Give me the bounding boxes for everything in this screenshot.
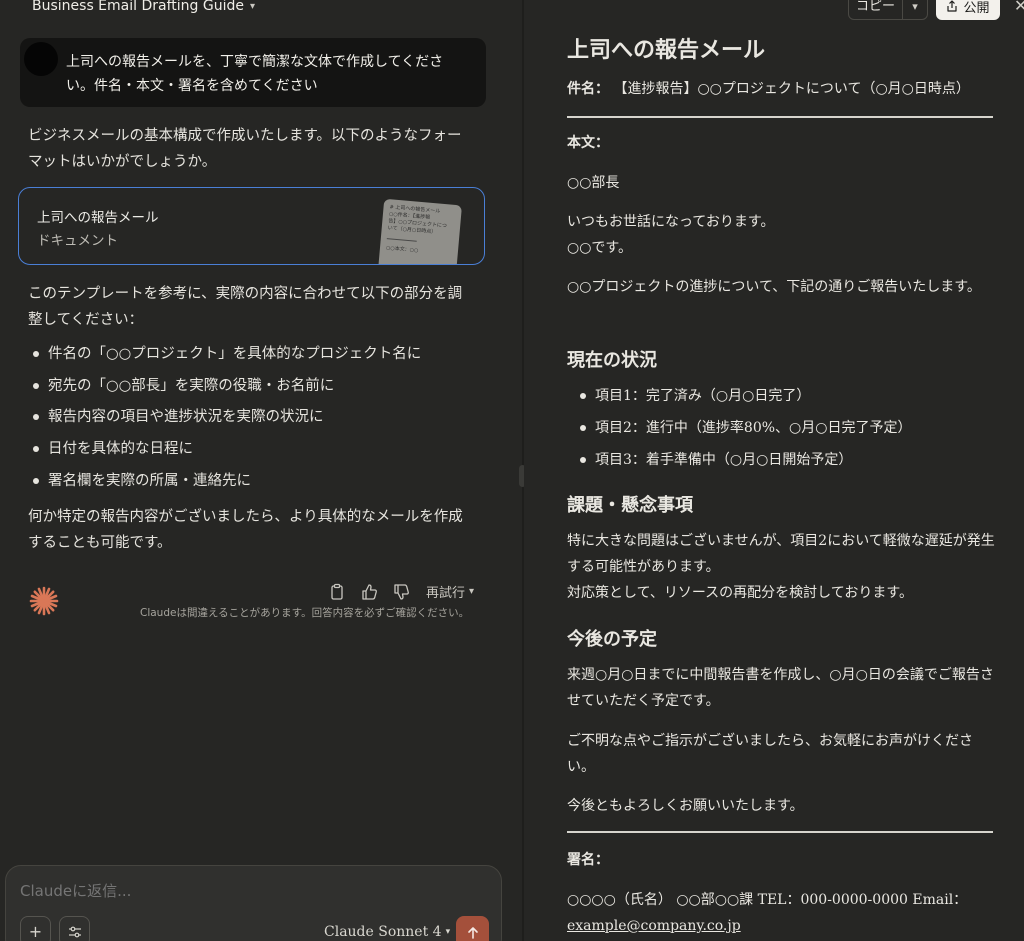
thumbs-down-icon[interactable] <box>392 583 410 601</box>
reply-input[interactable] <box>20 882 420 900</box>
closing-text: 今後ともよろしくお願いいたします。 <box>567 798 804 814</box>
greeting-line: ○○です。 <box>567 240 633 256</box>
arrow-up-icon <box>467 926 478 939</box>
assistant-closing: 何か特定の報告内容がございましたら、より具体的なメールを作成することも可能です。 <box>28 509 463 551</box>
copy-button[interactable]: コピー <box>849 0 903 19</box>
chevron-down-icon: ▾ <box>445 927 451 937</box>
send-button[interactable] <box>456 916 489 941</box>
subject-label: 件名： <box>567 81 609 97</box>
adjust-list: 件名の「○○プロジェクト」を具体的なプロジェクト名に 宛先の「○○部長」を実際の… <box>28 342 421 500</box>
add-button[interactable]: + <box>20 916 51 941</box>
copy-options-chevron-icon[interactable]: ▾ <box>903 0 927 13</box>
subject-value: 【進捗報告】○○プロジェクトについて（○月○日時点） <box>613 81 970 97</box>
signature-label: 署名： <box>567 852 609 868</box>
claude-logo-icon <box>29 586 59 616</box>
thumb-line: ○○本文：○○ <box>385 245 419 254</box>
assistant-adjust-text: このテンプレートを参考に、実際の内容に合わせて以下の部分を調整してください： <box>28 286 463 328</box>
plan-heading: 今後の予定 <box>567 629 657 650</box>
status-list: 項目1：完了済み（○月○日完了） 項目2：進行中（進捗率80%、○月○日完了予定… <box>579 384 911 480</box>
close-icon[interactable]: ✕ <box>1014 0 1024 15</box>
list-item: 項目2：進行中（進捗率80%、○月○日完了予定） <box>579 416 911 448</box>
avatar <box>24 42 58 76</box>
artifact-card-title: 上司への報告メール <box>37 210 159 226</box>
greeting-line: いつもお世話になっております。 <box>567 214 775 230</box>
signature-text: ○○○○（氏名） ○○部○○課 TEL：000-0000-0000 Email：… <box>567 887 995 939</box>
list-item: 宛先の「○○部長」を実際の役職・お名前に <box>28 374 421 406</box>
list-item: 件名の「○○プロジェクト」を具体的なプロジェクト名に <box>28 342 421 374</box>
addressee: ○○部長 <box>567 175 620 191</box>
copy-icon[interactable] <box>328 583 346 601</box>
signature-email-link[interactable]: example@company.co.jp <box>567 918 741 934</box>
list-item: 署名欄を実際の所属・連絡先に <box>28 469 421 501</box>
disclaimer: Claudeは間違えることがあります。回答内容を必ずご確認ください。 <box>140 607 470 619</box>
thumb-rule <box>386 238 417 242</box>
closing-text: ご不明な点やご指示がございましたら、お気軽にお声がけください。 <box>567 733 973 775</box>
retry-button[interactable]: 再試行 ▾ <box>426 582 474 601</box>
artifact-card-type: ドキュメント <box>37 233 118 249</box>
issues-text: 特に大きな問題はございませんが、項目2において軽微な遅延が発生する可能性がありま… <box>567 533 995 575</box>
project-title: Business Email Drafting Guide <box>32 0 244 14</box>
list-item: 項目3：着手準備中（○月○日開始予定） <box>579 448 911 480</box>
message-actions: 再試行 ▾ <box>328 582 474 601</box>
list-item: 日付を具体的な日程に <box>28 437 421 469</box>
thumbs-up-icon[interactable] <box>360 583 378 601</box>
retry-label: 再試行 <box>426 586 466 601</box>
document-title: 上司への報告メール <box>567 37 766 63</box>
intro-text: ○○プロジェクトの進捗について、下記の通りご報告いたします。 <box>567 279 981 295</box>
user-message-text: 上司への報告メールを、丁寧で簡潔な文体で作成してください。件名・本文・署名を含め… <box>66 54 444 94</box>
share-icon <box>947 0 958 12</box>
chevron-down-icon: ▾ <box>249 0 256 12</box>
project-title-dropdown[interactable]: Business Email Drafting Guide ▾ <box>32 0 255 14</box>
sliders-icon <box>68 926 81 937</box>
chevron-down-icon: ▾ <box>469 586 475 597</box>
copy-button-group: コピー ▾ <box>848 0 928 20</box>
subject-line: 件名： 【進捗報告】○○プロジェクトについて（○月○日時点） <box>567 78 970 98</box>
divider-line <box>567 116 993 118</box>
user-message: 上司への報告メールを、丁寧で簡潔な文体で作成してください。件名・本文・署名を含め… <box>20 38 486 107</box>
issues-text: 対応策として、リソースの再配分を検討しております。 <box>567 585 913 601</box>
composer: + Claude Sonnet 4 ▾ <box>5 865 502 941</box>
artifact-panel: コピー ▾ 公開 ✕ 上司への報告メール 件名： 【進捗報告】○○プロジェクトに… <box>524 0 1024 941</box>
tools-button[interactable] <box>59 916 90 941</box>
divider-line <box>567 831 993 833</box>
signature-details: ○○○○（氏名） ○○部○○課 TEL：000-0000-0000 Email： <box>567 892 968 908</box>
list-item: 項目1：完了済み（○月○日完了） <box>579 384 911 416</box>
body-label: 本文： <box>567 135 609 151</box>
issues-heading: 課題・懸念事項 <box>567 495 693 516</box>
plan-text: 来週○月○日までに中間報告書を作成し、○月○日の会議でご報告させていただく予定で… <box>567 667 994 709</box>
model-selector[interactable]: Claude Sonnet 4 ▾ <box>324 924 450 940</box>
publish-button[interactable]: 公開 <box>936 0 1000 20</box>
chat-panel: Business Email Drafting Guide ▾ 上司への報告メー… <box>0 0 522 941</box>
plus-icon: + <box>28 922 43 941</box>
artifact-thumbnail: # 上司への報告メール ○○件名：【進捗報 告】○○プロジェクトにつ いて（○月… <box>378 198 462 264</box>
status-heading: 現在の状況 <box>567 350 657 371</box>
list-item: 報告内容の項目や進捗状況を実際の状況に <box>28 405 421 437</box>
publish-label: 公開 <box>963 0 990 16</box>
assistant-intro: ビジネスメールの基本構成で作成いたします。以下のようなフォーマットはいかがでしょ… <box>28 128 462 170</box>
model-name: Claude Sonnet 4 <box>324 924 442 940</box>
artifact-card[interactable]: 上司への報告メール ドキュメント # 上司への報告メール ○○件名：【進捗報 告… <box>18 187 485 265</box>
